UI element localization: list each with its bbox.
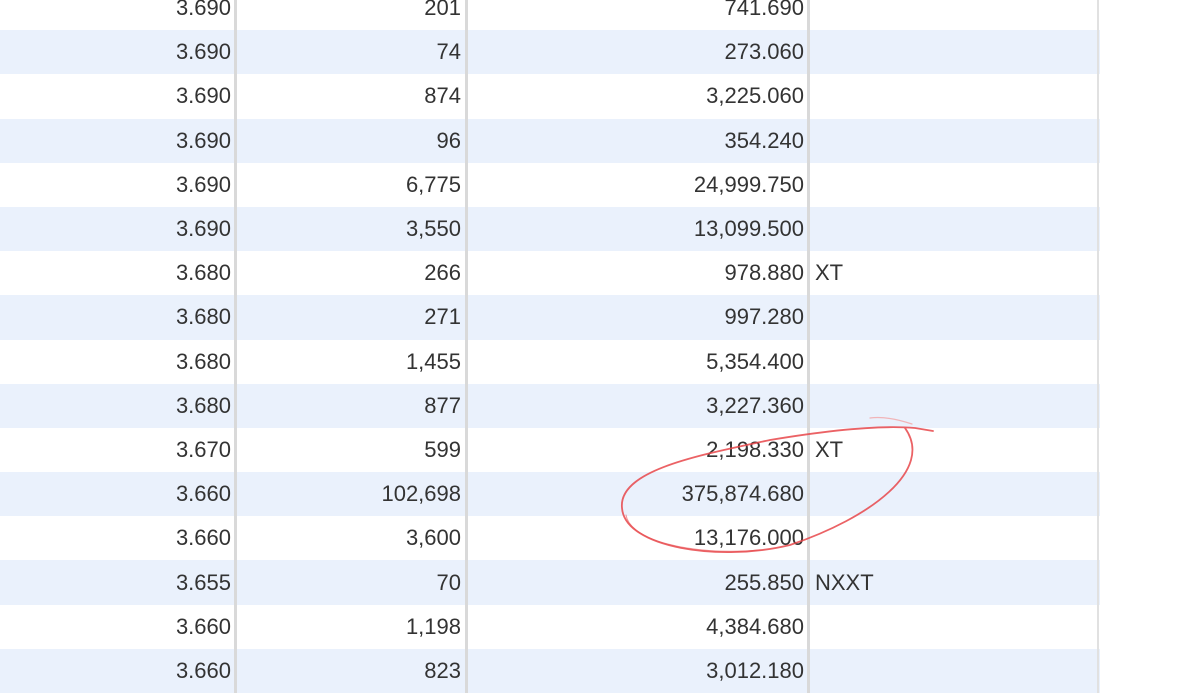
value-cell: 3,227.360 bbox=[706, 392, 804, 418]
price-cell: 3.680 bbox=[175, 392, 231, 418]
volume-cell: 6,775 bbox=[405, 171, 461, 197]
value-cell: 24,999.750 bbox=[693, 171, 804, 197]
condition-cell bbox=[815, 605, 1095, 649]
table-row[interactable]: 3.690 3,550 13,099.500 bbox=[0, 206, 1100, 252]
volume-cell: 96 bbox=[436, 127, 461, 153]
value-cell: 13,176.000 bbox=[693, 525, 804, 551]
value-cell: 3,012.180 bbox=[706, 657, 804, 683]
volume-cell: 266 bbox=[424, 260, 461, 286]
price-cell: 3.660 bbox=[175, 613, 231, 639]
value-cell: 2,198.330 bbox=[706, 436, 804, 462]
condition-cell bbox=[815, 340, 1095, 384]
price-cell: 3.660 bbox=[175, 481, 231, 507]
table-row[interactable]: 3.670 599 2,198.330 XT bbox=[0, 427, 1100, 473]
volume-cell: 3,600 bbox=[405, 525, 461, 551]
condition-cell: XT bbox=[815, 260, 844, 286]
price-cell: 3.660 bbox=[175, 657, 231, 683]
column-divider-volume bbox=[465, 0, 468, 693]
condition-cell: XT bbox=[815, 436, 844, 462]
price-cell: 3.690 bbox=[175, 127, 231, 153]
table-row[interactable]: 3.660 1,198 4,384.680 bbox=[0, 604, 1100, 649]
volume-cell: 74 bbox=[436, 39, 461, 65]
table-row[interactable]: 3.690 96 354.240 bbox=[0, 118, 1100, 163]
value-cell: 255.850 bbox=[724, 569, 804, 595]
volume-cell: 874 bbox=[424, 83, 461, 109]
table-row[interactable]: 3.660 3,600 13,176.000 bbox=[0, 516, 1100, 561]
table-row[interactable]: 3.680 266 978.880 XT bbox=[0, 251, 1100, 296]
value-cell: 375,874.680 bbox=[681, 481, 804, 507]
value-cell: 997.280 bbox=[724, 304, 804, 330]
price-cell: 3.690 bbox=[175, 39, 231, 65]
price-cell: 3.690 bbox=[175, 216, 231, 242]
price-cell: 3.660 bbox=[175, 525, 231, 551]
value-cell: 741.690 bbox=[724, 0, 804, 21]
volume-cell: 1,455 bbox=[405, 348, 461, 374]
value-cell: 978.880 bbox=[724, 260, 804, 286]
table-row[interactable]: 3.655 70 255.850 NXXT bbox=[0, 560, 1100, 605]
volume-cell: 102,698 bbox=[381, 481, 461, 507]
table-row[interactable]: 3.690 201 741.690 bbox=[0, 0, 1100, 31]
volume-cell: 1,198 bbox=[405, 613, 461, 639]
table-row[interactable]: 3.660 102,698 375,874.680 bbox=[0, 472, 1100, 517]
volume-cell: 599 bbox=[424, 436, 461, 462]
condition-cell bbox=[815, 74, 1095, 118]
price-cell: 3.690 bbox=[175, 171, 231, 197]
condition-cell bbox=[815, 295, 1095, 339]
table-row[interactable]: 3.680 877 3,227.360 bbox=[0, 383, 1100, 428]
value-cell: 4,384.680 bbox=[706, 613, 804, 639]
value-cell: 3,225.060 bbox=[706, 83, 804, 109]
condition-cell bbox=[815, 207, 1095, 251]
value-cell: 354.240 bbox=[724, 127, 804, 153]
column-divider-value bbox=[807, 0, 810, 693]
condition-cell bbox=[815, 516, 1095, 560]
table-row[interactable]: 3.690 6,775 24,999.750 bbox=[0, 162, 1100, 207]
condition-cell bbox=[815, 384, 1095, 428]
price-cell: 3.680 bbox=[175, 304, 231, 330]
trades-table: 3.690 201 741.690 3.690 74 273.060 3.690… bbox=[0, 0, 1100, 693]
condition-cell bbox=[815, 0, 1095, 30]
table-row[interactable]: 3.680 271 997.280 bbox=[0, 295, 1100, 340]
condition-cell bbox=[815, 30, 1095, 74]
price-cell: 3.680 bbox=[175, 260, 231, 286]
volume-cell: 201 bbox=[424, 0, 461, 21]
column-divider-price bbox=[234, 0, 237, 693]
condition-cell: NXXT bbox=[815, 569, 874, 595]
price-cell: 3.690 bbox=[175, 0, 231, 21]
table-right-border bbox=[1097, 0, 1099, 693]
price-cell: 3.690 bbox=[175, 83, 231, 109]
value-cell: 5,354.400 bbox=[706, 348, 804, 374]
condition-cell bbox=[815, 472, 1095, 516]
table-row[interactable]: 3.660 823 3,012.180 bbox=[0, 648, 1100, 693]
table-row[interactable]: 3.690 74 273.060 bbox=[0, 30, 1100, 75]
volume-cell: 823 bbox=[424, 657, 461, 683]
volume-cell: 3,550 bbox=[405, 216, 461, 242]
value-cell: 273.060 bbox=[724, 39, 804, 65]
condition-cell bbox=[815, 649, 1095, 693]
volume-cell: 271 bbox=[424, 304, 461, 330]
price-cell: 3.655 bbox=[175, 569, 231, 595]
table-row[interactable]: 3.690 874 3,225.060 bbox=[0, 74, 1100, 119]
condition-cell bbox=[815, 163, 1095, 207]
table-row[interactable]: 3.680 1,455 5,354.400 bbox=[0, 339, 1100, 384]
trades-table-body: 3.690 201 741.690 3.690 74 273.060 3.690… bbox=[0, 0, 1100, 693]
price-cell: 3.680 bbox=[175, 348, 231, 374]
volume-cell: 877 bbox=[424, 392, 461, 418]
value-cell: 13,099.500 bbox=[693, 216, 804, 242]
condition-cell bbox=[815, 119, 1095, 163]
price-cell: 3.670 bbox=[175, 436, 231, 462]
volume-cell: 70 bbox=[436, 569, 461, 595]
